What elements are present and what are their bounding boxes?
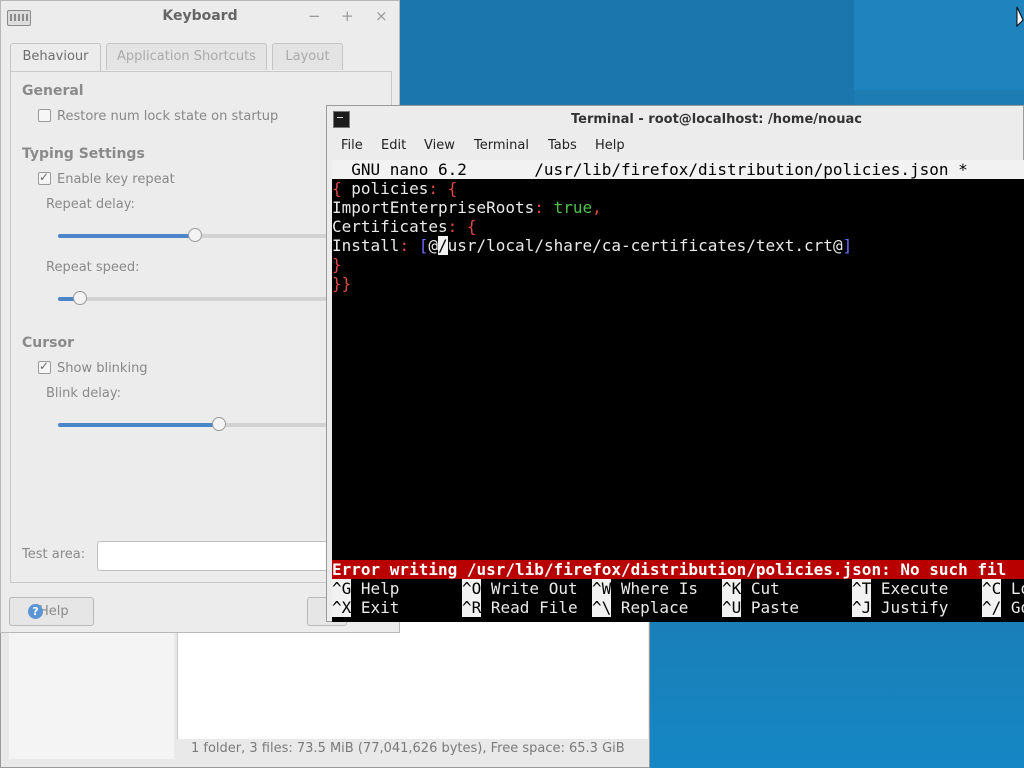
test-area-label: Test area: — [22, 547, 86, 562]
shortcut-execute: ^T Execute — [852, 579, 949, 598]
desktop-background — [400, 0, 854, 105]
nano-header: GNU nano 6.2 /usr/lib/firefox/distributi… — [332, 160, 1024, 179]
desktop-background-shade — [854, 0, 1024, 90]
editor-line-3: Certificates: { — [332, 217, 477, 236]
shortcut-where-is: ^W Where Is — [592, 579, 698, 598]
help-icon: ? — [28, 604, 43, 619]
checkbox-box[interactable] — [38, 109, 51, 122]
show-blinking-label: Show blinking — [57, 361, 148, 376]
slider-fill — [58, 234, 196, 238]
terminal-title: Terminal - root@localhost: /home/nouac — [571, 112, 862, 127]
repeat-delay-label: Repeat delay: — [46, 197, 135, 212]
blink-delay-slider[interactable] — [58, 417, 327, 431]
key-repeat-checkbox[interactable]: Enable key repeat — [38, 170, 175, 187]
cursor-heading: Cursor — [22, 335, 75, 351]
repeat-speed-label: Repeat speed: — [46, 260, 140, 275]
window-title: Keyboard — [162, 8, 238, 24]
tab-behaviour[interactable]: Behaviour — [10, 43, 101, 72]
key-repeat-label: Enable key repeat — [57, 172, 175, 187]
nano-error-message: Error writing /usr/lib/firefox/distribut… — [332, 560, 1024, 579]
shortcut-exit: ^X Exit — [332, 598, 400, 617]
numlock-checkbox[interactable]: Restore num lock state on startup — [38, 109, 278, 124]
shortcut-help: ^G Help — [332, 579, 400, 598]
text-cursor: / — [437, 236, 448, 255]
shortcut-write-out: ^O Write Out — [462, 579, 578, 598]
editor-line-4: Install: [@/usr/local/share/ca-certifica… — [332, 236, 853, 255]
numlock-label: Restore num lock state on startup — [57, 109, 279, 124]
terminal-icon — [333, 111, 350, 128]
menu-help[interactable]: Help — [595, 138, 625, 153]
menu-tabs[interactable]: Tabs — [548, 138, 577, 153]
repeat-speed-slider[interactable] — [58, 291, 327, 305]
terminal-window: Terminal - root@localhost: /home/nouac F… — [326, 105, 1024, 622]
editor-line-1: { policies: { — [332, 179, 458, 198]
keyboard-titlebar[interactable]: Keyboard − + × — [1, 1, 399, 33]
terminal-menubar: File Edit View Terminal Tabs Help — [327, 135, 1024, 159]
shortcut-read-file: ^R Read File — [462, 598, 578, 617]
help-button-label: Help — [39, 604, 69, 619]
checkbox-box[interactable] — [38, 359, 51, 374]
close-button[interactable]: × — [375, 7, 388, 25]
blink-delay-label: Blink delay: — [46, 386, 121, 401]
shortcut-justify: ^J Justify — [852, 598, 949, 617]
shortcut-location: ^C Lo — [982, 579, 1024, 598]
typing-settings-heading: Typing Settings — [22, 146, 145, 162]
help-button[interactable]: ? Help — [9, 597, 94, 626]
slider-fill — [58, 423, 220, 427]
shortcut-paste: ^U Paste — [722, 598, 800, 617]
file-manager-file-list[interactable] — [177, 621, 648, 739]
file-manager-window: 1 folder, 3 files: 73.5 MiB (77,041,626 … — [0, 620, 650, 768]
tab-application-shortcuts[interactable]: Application Shortcuts — [106, 43, 267, 70]
editor-line-2: ImportEnterpriseRoots: true, — [332, 198, 602, 217]
menu-terminal[interactable]: Terminal — [474, 138, 529, 153]
show-blinking-checkbox[interactable]: Show blinking — [38, 359, 148, 376]
repeat-delay-slider[interactable] — [58, 228, 327, 242]
checkbox-box[interactable] — [38, 170, 51, 185]
shortcut-go-to-line: ^/ Go — [982, 598, 1024, 617]
maximize-button[interactable]: + — [341, 7, 354, 25]
menu-file[interactable]: File — [341, 138, 363, 153]
terminal-titlebar[interactable]: Terminal - root@localhost: /home/nouac — [327, 106, 1024, 134]
file-manager-sidebar[interactable] — [9, 631, 174, 759]
tab-layout[interactable]: Layout — [272, 43, 343, 70]
general-heading: General — [22, 83, 84, 99]
mouse-pointer-icon — [1016, 6, 1024, 28]
file-manager-status-bar: 1 folder, 3 files: 73.5 MiB (77,041,626 … — [191, 741, 625, 756]
slider-handle[interactable] — [72, 291, 87, 305]
terminal-screen[interactable]: GNU nano 6.2 /usr/lib/firefox/distributi… — [332, 160, 1024, 622]
test-area-input[interactable] — [97, 541, 337, 571]
menu-edit[interactable]: Edit — [381, 138, 406, 153]
editor-line-6: }} — [332, 274, 352, 293]
shortcut-replace: ^\ Replace — [592, 598, 689, 617]
minimize-button[interactable]: − — [308, 7, 321, 25]
menu-view[interactable]: View — [424, 138, 455, 153]
shortcut-cut: ^K Cut — [722, 579, 780, 598]
editor-line-5: } — [332, 255, 342, 274]
